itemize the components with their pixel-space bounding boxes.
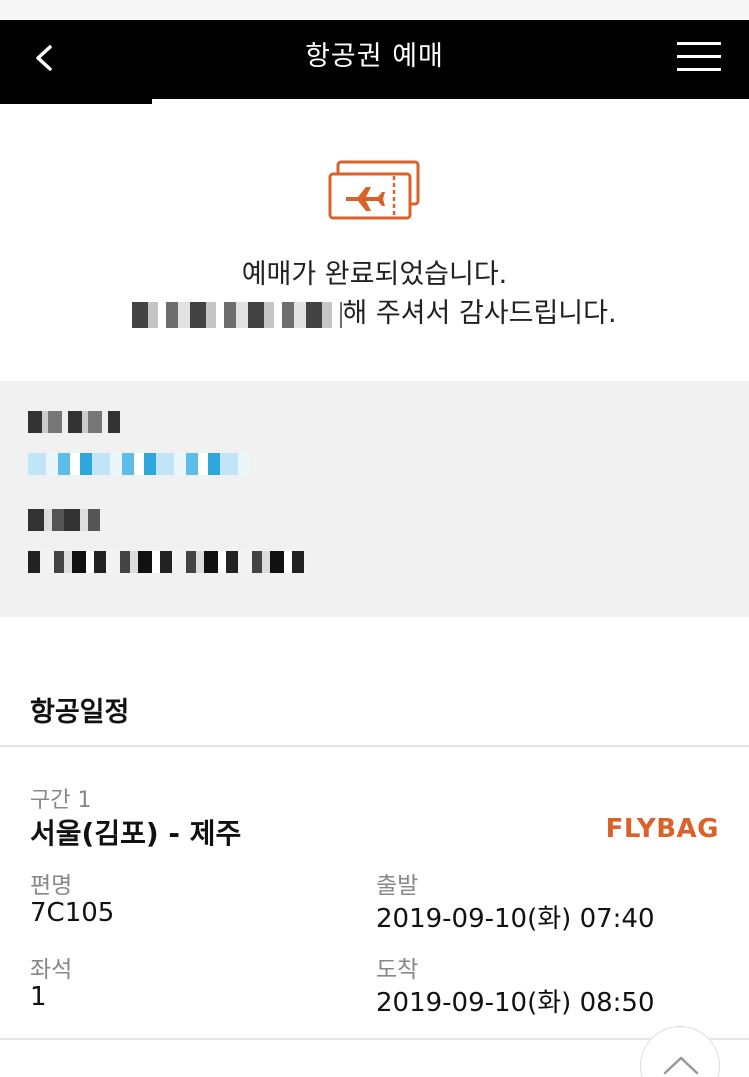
- redacted-text: [132, 301, 343, 328]
- flight-segment-card: 구간 1 서울(김포) - 제주 FLYBAG 편명 7C105 출발 2019…: [0, 748, 749, 1038]
- redacted-value: [28, 551, 310, 573]
- divider: [0, 1038, 749, 1040]
- top-navbar: 항공권 예매: [0, 20, 749, 99]
- divider: [0, 745, 749, 747]
- hamburger-menu-icon: [677, 42, 721, 45]
- redacted-link[interactable]: [28, 453, 250, 475]
- chevron-up-icon: [663, 1056, 699, 1075]
- menu-button[interactable]: [677, 42, 721, 72]
- segment-label: 구간 1: [30, 788, 92, 813]
- seat-value: 1: [30, 982, 47, 1012]
- seat-label: 좌석: [30, 957, 73, 983]
- flight-number-value: 7C105: [30, 898, 115, 928]
- thanks-message: 해 주셔서 감사드립니다.: [0, 291, 749, 330]
- redacted-name: [28, 411, 120, 433]
- itinerary-section-title: 항공일정: [30, 697, 130, 728]
- confirmation-message: 예매가 완료되었습니다.: [241, 259, 508, 290]
- route-text: 서울(김포) - 제주: [30, 817, 242, 850]
- arrival-value: 2019-09-10(화) 08:50: [376, 988, 655, 1018]
- page-title: 항공권 예매: [305, 41, 444, 72]
- passenger-info-panel: [0, 381, 749, 617]
- status-strip: [0, 0, 749, 20]
- flight-number-label: 편명: [30, 873, 73, 899]
- departure-value: 2019-09-10(화) 07:40: [376, 904, 655, 934]
- departure-label: 출발: [376, 873, 419, 899]
- arrival-label: 도착: [376, 957, 419, 983]
- redacted-label: [28, 509, 100, 531]
- fare-brand-badge: FLYBAG: [605, 814, 719, 844]
- airplane-ticket-icon: [328, 160, 420, 220]
- confirmation-panel: 예매가 완료되었습니다. 해 주셔서 감사드립니다.: [0, 104, 749, 381]
